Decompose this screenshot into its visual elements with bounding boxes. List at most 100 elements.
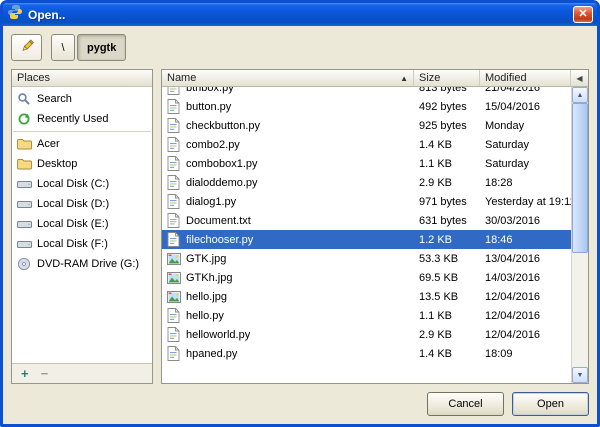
file-name-cell: hello.py bbox=[162, 308, 414, 323]
places-list: Search Recently Used Acer Desktop Local Disk… bbox=[12, 87, 152, 363]
file-modified: 18:46 bbox=[485, 233, 513, 246]
file-name: hello.py bbox=[186, 309, 224, 322]
places-item-label: Recently Used bbox=[37, 113, 109, 125]
file-name: button.py bbox=[186, 100, 232, 113]
remove-bookmark-button[interactable]: − bbox=[41, 367, 49, 380]
column-header-size[interactable]: Size bbox=[414, 70, 480, 87]
python-icon bbox=[7, 4, 23, 25]
file-list-header: Name ▲ Size Modified ◀ bbox=[162, 70, 588, 87]
places-item-recently-used[interactable]: Recently Used bbox=[12, 109, 152, 129]
path-current-folder-button[interactable]: pygtk bbox=[77, 34, 127, 61]
drive-icon bbox=[16, 218, 32, 230]
window-title: Open.. bbox=[28, 7, 66, 22]
file-size: 813 bytes bbox=[419, 87, 467, 94]
scroll-up-button[interactable]: ▲ bbox=[572, 87, 588, 103]
path-root-button[interactable]: \ bbox=[51, 34, 75, 61]
file-modified: Yesterday at 19:11 bbox=[485, 195, 571, 208]
file-row[interactable]: hello.jpg 13.5 KB 12/04/2016 bbox=[162, 287, 571, 306]
folder-icon bbox=[16, 138, 32, 150]
file-modified: Saturday bbox=[485, 157, 530, 170]
file-name-cell: hello.jpg bbox=[162, 290, 414, 303]
scroll-thumb[interactable] bbox=[572, 103, 588, 254]
column-header-modified[interactable]: Modified bbox=[480, 70, 571, 87]
scroll-track[interactable] bbox=[572, 103, 588, 367]
image-file-icon bbox=[166, 252, 181, 265]
places-item-search[interactable]: Search bbox=[12, 89, 152, 109]
places-item-label: Desktop bbox=[37, 158, 78, 170]
file-modified: 13/04/2016 bbox=[485, 252, 541, 265]
file-size: 1.4 KB bbox=[419, 138, 453, 151]
file-name-cell: filechooser.py bbox=[162, 232, 414, 247]
file-modified: 12/04/2016 bbox=[485, 309, 541, 322]
edit-location-button[interactable] bbox=[11, 34, 42, 61]
down-arrow-icon: ▼ bbox=[576, 371, 584, 379]
places-item-label: Search bbox=[37, 93, 72, 105]
file-row[interactable]: combobox1.py 1.1 KB Saturday bbox=[162, 154, 571, 173]
close-icon: ✕ bbox=[578, 8, 588, 20]
file-row[interactable]: GTK.jpg 53.3 KB 13/04/2016 bbox=[162, 249, 571, 268]
file-modified: Saturday bbox=[485, 138, 530, 151]
file-size: 53.3 KB bbox=[419, 252, 459, 265]
file-row[interactable]: dialog1.py 971 bytes Yesterday at 19:11 bbox=[162, 192, 571, 211]
file-row[interactable]: dialoddemo.py 2.9 KB 18:28 bbox=[162, 173, 571, 192]
file-name-cell: dialoddemo.py bbox=[162, 175, 414, 190]
file-row[interactable]: btnbox.py 813 bytes 21/04/2016 bbox=[162, 87, 571, 97]
file-row[interactable]: Document.txt 631 bytes 30/03/2016 bbox=[162, 211, 571, 230]
file-name-cell: GTKh.jpg bbox=[162, 271, 414, 284]
file-modified: Monday bbox=[485, 119, 525, 132]
folder-icon bbox=[16, 158, 32, 170]
python-file-icon bbox=[166, 99, 181, 114]
file-row[interactable]: hello.py 1.1 KB 12/04/2016 bbox=[162, 306, 571, 325]
places-item-local-disk-f[interactable]: Local Disk (F:) bbox=[12, 234, 152, 254]
file-row[interactable]: helloworld.py 2.9 KB 12/04/2016 bbox=[162, 325, 571, 344]
file-row[interactable]: hpaned.py 1.4 KB 18:09 bbox=[162, 344, 571, 363]
file-name-cell: Document.txt bbox=[162, 213, 414, 228]
file-name: hpaned.py bbox=[186, 347, 238, 360]
file-modified: 14/03/2016 bbox=[485, 271, 541, 284]
places-item-label: Local Disk (D:) bbox=[37, 198, 110, 210]
file-row[interactable]: checkbutton.py 925 bytes Monday bbox=[162, 116, 571, 135]
cancel-button[interactable]: Cancel bbox=[427, 392, 504, 416]
scroll-down-button[interactable]: ▼ bbox=[572, 367, 588, 383]
file-row[interactable]: GTKh.jpg 69.5 KB 14/03/2016 bbox=[162, 268, 571, 287]
vertical-scrollbar[interactable]: ▲ ▼ bbox=[571, 87, 588, 383]
titlebar[interactable]: Open.. ✕ bbox=[3, 3, 597, 26]
column-header-name[interactable]: Name ▲ bbox=[162, 70, 414, 87]
column-overflow-button[interactable]: ◀ bbox=[571, 70, 588, 87]
file-name-cell: hpaned.py bbox=[162, 346, 414, 361]
file-size: 1.4 KB bbox=[419, 347, 453, 360]
drive-icon bbox=[16, 198, 32, 210]
file-name: combo2.py bbox=[186, 138, 240, 151]
file-size: 1.1 KB bbox=[419, 157, 453, 170]
file-list-panel: Name ▲ Size Modified ◀ btnbox.py 813 byte… bbox=[161, 69, 589, 384]
open-button[interactable]: Open bbox=[512, 392, 589, 416]
places-item-local-disk-d[interactable]: Local Disk (D:) bbox=[12, 194, 152, 214]
places-item-acer[interactable]: Acer bbox=[12, 134, 152, 154]
pencil-icon bbox=[19, 38, 35, 57]
path-bar: \ pygtk bbox=[51, 34, 127, 61]
file-name-cell: button.py bbox=[162, 99, 414, 114]
file-row[interactable]: combo2.py 1.4 KB Saturday bbox=[162, 135, 571, 154]
file-modified: 30/03/2016 bbox=[485, 214, 541, 227]
close-button[interactable]: ✕ bbox=[573, 6, 593, 23]
file-row[interactable]: filechooser.py 1.2 KB 18:46 bbox=[162, 230, 571, 249]
file-name: Document.txt bbox=[186, 214, 251, 227]
file-size: 631 bytes bbox=[419, 214, 467, 227]
python-file-icon bbox=[166, 137, 181, 152]
places-item-label: Acer bbox=[37, 138, 60, 150]
image-file-icon bbox=[166, 290, 181, 303]
file-row[interactable]: button.py 492 bytes 15/04/2016 bbox=[162, 97, 571, 116]
file-name-cell: checkbutton.py bbox=[162, 118, 414, 133]
dvd-icon bbox=[16, 257, 32, 271]
file-size: 13.5 KB bbox=[419, 290, 459, 303]
add-bookmark-button[interactable]: + bbox=[21, 367, 29, 380]
places-item-desktop[interactable]: Desktop bbox=[12, 154, 152, 174]
file-size: 2.9 KB bbox=[419, 176, 453, 189]
file-name: helloworld.py bbox=[186, 328, 251, 341]
places-item-local-disk-e[interactable]: Local Disk (E:) bbox=[12, 214, 152, 234]
file-name: checkbutton.py bbox=[186, 119, 260, 132]
places-item-local-disk-c[interactable]: Local Disk (C:) bbox=[12, 174, 152, 194]
places-item-dvd-ram-drive-g[interactable]: DVD-RAM Drive (G:) bbox=[12, 254, 152, 274]
file-name: filechooser.py bbox=[186, 233, 254, 246]
file-name-cell: helloworld.py bbox=[162, 327, 414, 342]
